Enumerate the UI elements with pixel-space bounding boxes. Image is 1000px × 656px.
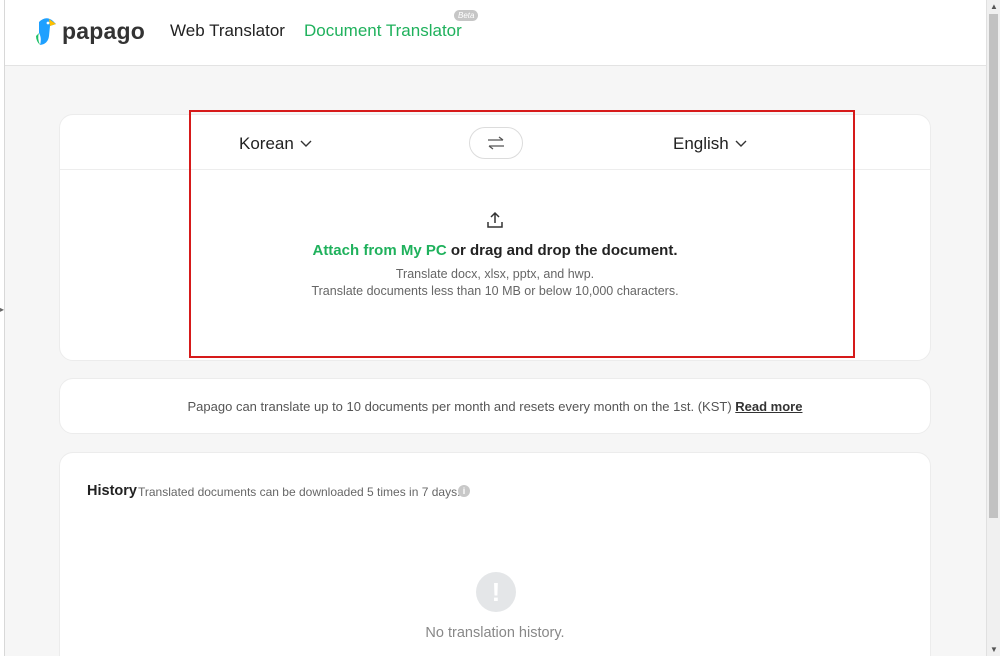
history-title: History xyxy=(87,483,137,499)
document-drop-zone[interactable]: Attach from My PC or drag and drop the d… xyxy=(60,171,930,361)
source-language-select[interactable]: Korean xyxy=(239,134,312,154)
upload-icon xyxy=(487,211,503,228)
notice-message: Papago can translate up to 10 documents … xyxy=(187,399,736,414)
swap-languages-button[interactable] xyxy=(469,127,523,159)
history-card: History Translated documents can be down… xyxy=(59,452,931,656)
left-panel-edge: ▸ xyxy=(0,0,5,656)
vertical-scrollbar[interactable]: ▲ ▼ xyxy=(986,0,1000,656)
beta-badge: Beta xyxy=(454,10,479,21)
drag-drop-text: or drag and drop the document. xyxy=(446,242,678,259)
papago-logo[interactable]: papago xyxy=(35,16,145,46)
empty-history-message: No translation history. xyxy=(425,625,565,641)
scroll-down-arrow-icon[interactable]: ▼ xyxy=(990,645,998,654)
size-limit-hint: Translate documents less than 10 MB or b… xyxy=(311,284,679,298)
notice-text: Papago can translate up to 10 documents … xyxy=(60,399,930,414)
language-bar: Korean English xyxy=(60,115,930,170)
read-more-link[interactable]: Read more xyxy=(735,399,802,414)
history-description: Translated documents can be downloaded 5… xyxy=(138,485,461,499)
logo-text: papago xyxy=(62,17,145,44)
monthly-limit-notice: Papago can translate up to 10 documents … xyxy=(59,378,931,434)
source-language-label: Korean xyxy=(239,134,294,153)
swap-arrows-icon xyxy=(488,136,504,150)
chevron-down-icon xyxy=(300,140,312,147)
nav-document-translator[interactable]: Document Translator xyxy=(304,21,462,41)
attach-from-pc-link[interactable]: Attach from My PC xyxy=(312,242,446,259)
exclamation-icon: ! xyxy=(476,572,516,612)
parrot-logo-icon xyxy=(36,18,56,45)
scroll-thumb[interactable] xyxy=(989,14,998,518)
supported-formats-hint: Translate docx, xlsx, pptx, and hwp. xyxy=(395,267,595,281)
nav-web-translator[interactable]: Web Translator xyxy=(170,21,285,41)
scroll-up-arrow-icon[interactable]: ▲ xyxy=(990,2,998,11)
target-language-label: English xyxy=(673,134,729,153)
target-language-select[interactable]: English xyxy=(673,134,747,154)
expand-arrow-icon[interactable]: ▸ xyxy=(0,305,4,314)
document-translator-card: Korean English Attach from My PC or drag… xyxy=(59,114,931,361)
info-icon[interactable]: i xyxy=(458,485,470,497)
top-header: papago Web Translator Document Translato… xyxy=(5,0,986,66)
attach-instruction: Attach from My PC or drag and drop the d… xyxy=(60,242,930,259)
chevron-down-icon xyxy=(735,140,747,147)
